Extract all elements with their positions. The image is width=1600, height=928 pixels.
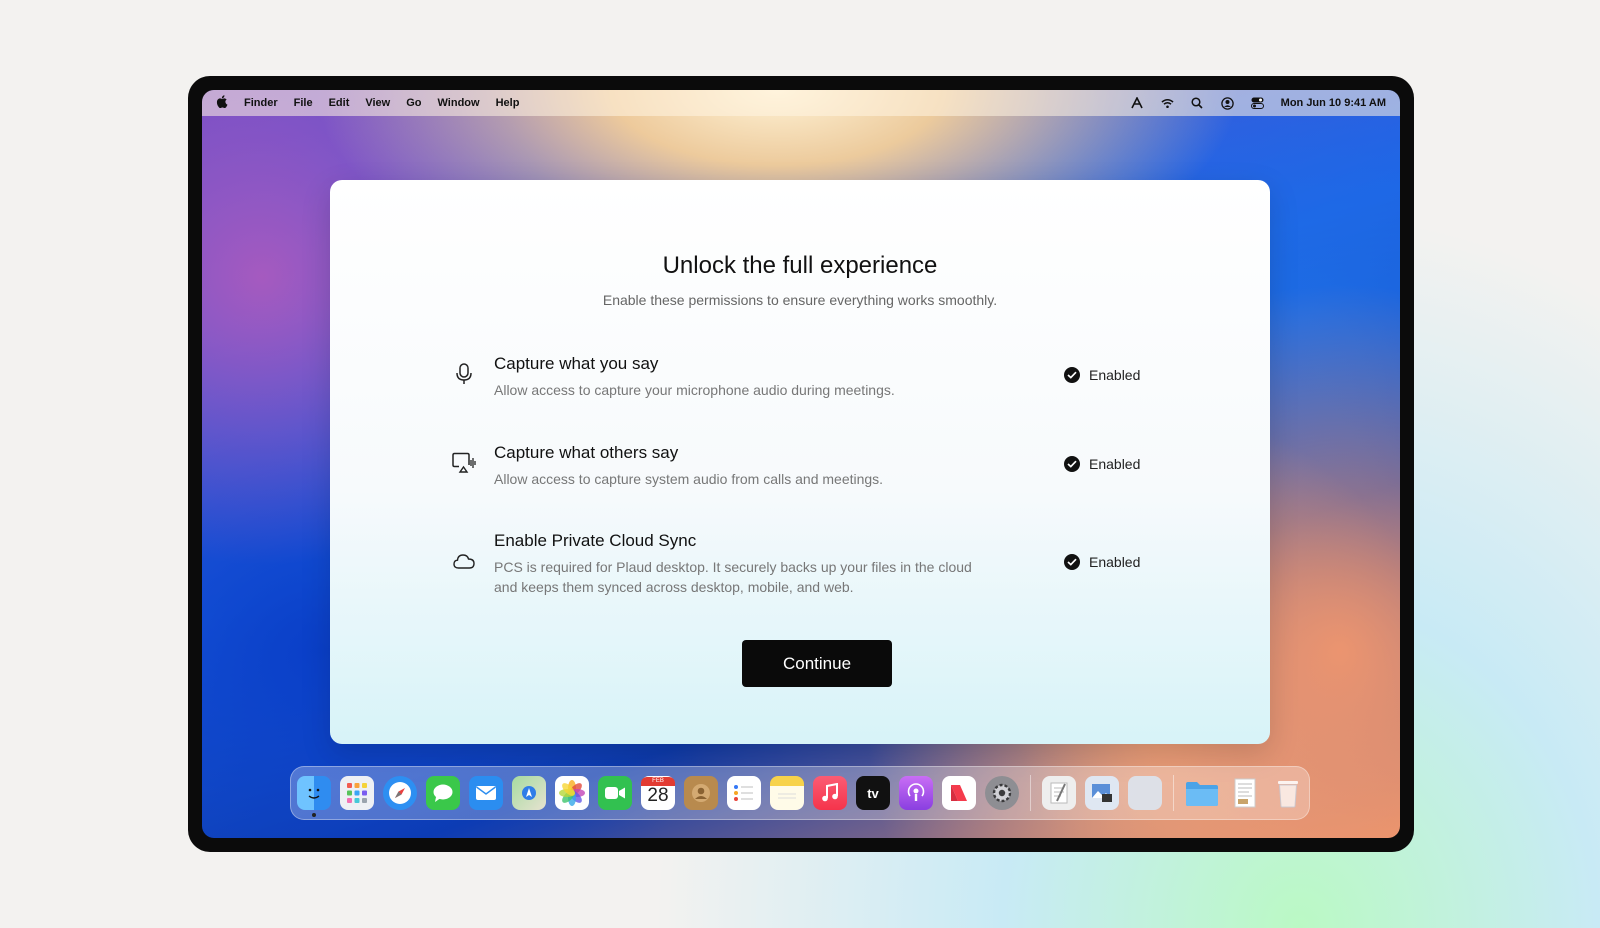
dock-tv-icon[interactable]: tv bbox=[856, 776, 890, 810]
desktop-screen: Finder File Edit View Go Window Help Mon… bbox=[202, 90, 1400, 838]
permission-description: Allow access to capture your microphone … bbox=[494, 382, 895, 398]
dock-launchpad-icon[interactable] bbox=[340, 776, 374, 810]
dock-textedit-icon[interactable] bbox=[1042, 776, 1076, 810]
dock-music-icon[interactable] bbox=[813, 776, 847, 810]
menu-edit[interactable]: Edit bbox=[329, 97, 350, 109]
dock-system-settings-icon[interactable] bbox=[985, 776, 1019, 810]
dock-document-stack-icon[interactable] bbox=[1228, 776, 1262, 810]
dock-podcasts-icon[interactable] bbox=[899, 776, 933, 810]
dock-calendar-icon[interactable]: FEB 28 bbox=[641, 776, 675, 810]
dock-facetime-icon[interactable] bbox=[598, 776, 632, 810]
dock-reminders-icon[interactable] bbox=[727, 776, 761, 810]
menu-bar: Finder File Edit View Go Window Help Mon… bbox=[202, 90, 1400, 116]
dock-separator bbox=[1173, 775, 1174, 811]
dock-mail-icon[interactable] bbox=[469, 776, 503, 810]
plaud-menu-icon[interactable] bbox=[1131, 97, 1144, 110]
dock-safari-icon[interactable] bbox=[383, 776, 417, 810]
apple-menu-icon[interactable] bbox=[216, 95, 228, 111]
continue-button[interactable]: Continue bbox=[742, 640, 892, 687]
dock-preview-icon[interactable] bbox=[1085, 776, 1119, 810]
dock-separator bbox=[1030, 775, 1031, 811]
dock-folder-icon[interactable] bbox=[1185, 776, 1219, 810]
tv-label: tv bbox=[867, 785, 879, 801]
status-label: Enabled bbox=[1089, 456, 1141, 472]
permission-description: Allow access to capture system audio fro… bbox=[494, 471, 884, 487]
permission-row-cloud-sync: Enable Private Cloud Sync PCS is require… bbox=[452, 531, 1152, 601]
dock-messages-icon[interactable] bbox=[426, 776, 460, 810]
screen-audio-icon bbox=[452, 451, 476, 475]
laptop-bezel: Finder File Edit View Go Window Help Mon… bbox=[188, 76, 1414, 852]
permission-title: Enable Private Cloud Sync bbox=[494, 531, 697, 550]
menu-help[interactable]: Help bbox=[496, 97, 520, 109]
check-circle-icon bbox=[1064, 554, 1080, 570]
user-account-icon[interactable] bbox=[1220, 96, 1234, 110]
dock-contacts-icon[interactable] bbox=[684, 776, 718, 810]
permission-row-system-audio: Capture what others say Allow access to … bbox=[452, 443, 1152, 493]
permission-status: Enabled bbox=[1064, 367, 1140, 383]
dialog-title: Unlock the full experience bbox=[662, 252, 938, 279]
menu-window[interactable]: Window bbox=[438, 97, 480, 109]
menu-app-name[interactable]: Finder bbox=[244, 97, 278, 109]
permission-status: Enabled bbox=[1064, 554, 1140, 570]
permission-status: Enabled bbox=[1064, 456, 1140, 472]
status-label: Enabled bbox=[1089, 554, 1141, 570]
calendar-day: 28 bbox=[647, 785, 669, 806]
spotlight-search-icon[interactable] bbox=[1191, 97, 1204, 110]
permission-description: PCS is required for Plaud desktop. It se… bbox=[494, 559, 972, 595]
dialog-subtitle: Enable these permissions to ensure every… bbox=[602, 292, 998, 308]
menu-view[interactable]: View bbox=[365, 97, 390, 109]
dock: FEB 28 tv bbox=[290, 766, 1310, 820]
permission-title: Capture what others say bbox=[494, 443, 679, 462]
dock-notes-icon[interactable] bbox=[770, 776, 804, 810]
menu-file[interactable]: File bbox=[294, 97, 313, 109]
menubar-clock[interactable]: Mon Jun 10 9:41 AM bbox=[1281, 97, 1386, 109]
menu-go[interactable]: Go bbox=[406, 97, 421, 109]
dock-maps-icon[interactable] bbox=[512, 776, 546, 810]
control-center-icon[interactable] bbox=[1250, 97, 1264, 110]
cloud-icon bbox=[452, 549, 476, 573]
dock-trash-icon[interactable] bbox=[1271, 776, 1305, 810]
dock-finder-icon[interactable] bbox=[297, 776, 331, 817]
permission-row-microphone: Capture what you say Allow access to cap… bbox=[452, 354, 1152, 404]
wifi-icon[interactable] bbox=[1161, 97, 1174, 110]
check-circle-icon bbox=[1064, 456, 1080, 472]
running-indicator bbox=[312, 813, 316, 817]
permissions-dialog: Unlock the full experience Enable these … bbox=[330, 180, 1270, 744]
dock-news-icon[interactable] bbox=[942, 776, 976, 810]
microphone-icon bbox=[452, 362, 476, 386]
permission-title: Capture what you say bbox=[494, 354, 659, 373]
dock-photos-icon[interactable] bbox=[555, 776, 589, 810]
dock-blank-app-icon[interactable] bbox=[1128, 776, 1162, 810]
status-label: Enabled bbox=[1089, 367, 1141, 383]
check-circle-icon bbox=[1064, 367, 1080, 383]
